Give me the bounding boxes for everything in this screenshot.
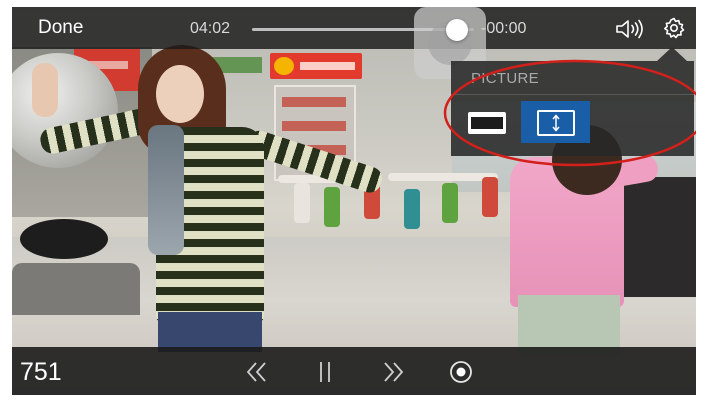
rewind-button[interactable] xyxy=(242,357,272,387)
settings-button[interactable] xyxy=(662,16,686,40)
rewind-icon xyxy=(246,362,266,382)
record-button[interactable] xyxy=(446,357,476,387)
remaining-time: -00:00 xyxy=(481,20,527,37)
speaker-volume-icon xyxy=(616,19,643,39)
gear-icon xyxy=(664,17,685,39)
annotation-highlight-ring xyxy=(443,59,696,167)
frame-counter: 751 xyxy=(20,358,62,386)
video-player: Done 04:02 -00:00 PICTURE 751 xyxy=(12,7,696,395)
volume-button[interactable] xyxy=(614,17,648,41)
pause-button[interactable] xyxy=(310,357,340,387)
fast-forward-button[interactable] xyxy=(378,357,408,387)
elapsed-time: 04:02 xyxy=(190,20,231,37)
scrubber-thumb[interactable] xyxy=(446,19,468,41)
pause-icon xyxy=(320,362,330,382)
top-control-bar: Done 04:02 -00:00 xyxy=(12,7,696,79)
done-button[interactable]: Done xyxy=(38,17,83,39)
bottom-control-bar: 751 xyxy=(12,347,696,395)
fast-forward-icon xyxy=(384,362,404,382)
record-icon xyxy=(450,361,472,383)
